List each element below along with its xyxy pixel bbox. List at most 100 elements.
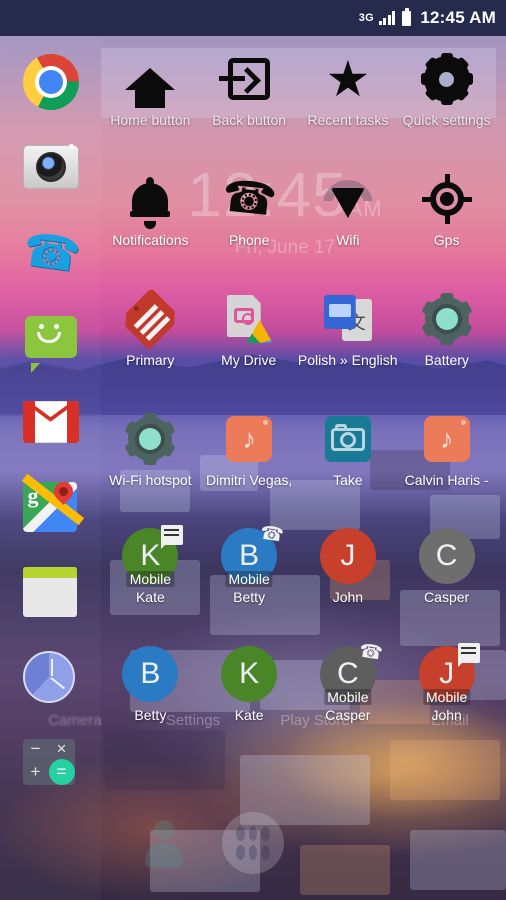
- contact-john[interactable]: J John: [299, 525, 398, 622]
- contact-kate-2[interactable]: K Kate: [200, 643, 299, 740]
- shortcut-phone[interactable]: ☎ Phone: [200, 168, 299, 265]
- status-bar-clock: 12:45 AM: [420, 8, 496, 27]
- gmail-icon: [22, 394, 79, 450]
- sidebar-item-messaging[interactable]: [19, 305, 83, 369]
- shortcut-quick-settings[interactable]: Quick settings: [397, 48, 496, 145]
- android-home-screen: 12:45AM Fri, June 17 Camera Settings Pla…: [0, 0, 506, 900]
- contact-kate[interactable]: K Mobile Kate: [101, 525, 200, 622]
- shortcut-label: Gps: [433, 232, 460, 248]
- shortcut-row-media: Wi-Fi hotspot Dimitri Vegas, Take Calvin…: [101, 408, 496, 505]
- shortcut-row-nav: Home button Back button ★ Recent tasks Q…: [101, 48, 496, 145]
- message-badge-icon: [457, 643, 480, 667]
- music-note-icon: [423, 416, 470, 462]
- chrome-icon: [22, 54, 79, 110]
- contact-john-2[interactable]: J Mobile John: [397, 643, 496, 740]
- battery-icon: [402, 7, 412, 26]
- shortcut-label: Phone: [228, 232, 270, 248]
- contact-label: Betty: [233, 589, 266, 605]
- calc-key-times: ×: [56, 739, 67, 758]
- shortcut-home-button[interactable]: Home button: [101, 48, 200, 145]
- calendar-icon: [22, 564, 79, 620]
- shortcut-label: Primary: [126, 352, 175, 368]
- call-badge-icon: ☎: [357, 640, 384, 665]
- shortcut-recent-tasks[interactable]: ★ Recent tasks: [299, 48, 398, 145]
- contact-label: Kate: [234, 707, 264, 723]
- home-icon: [125, 68, 176, 108]
- contact-casper-2[interactable]: C ☎ Mobile Casper: [299, 640, 398, 740]
- avatar: J: [319, 528, 376, 584]
- contact-label: Casper: [325, 707, 371, 723]
- contact-betty-2[interactable]: B Betty: [101, 643, 200, 740]
- shortcut-wifi-hotspot[interactable]: Wi-Fi hotspot: [101, 408, 200, 505]
- shortcut-label: Home button: [110, 112, 191, 128]
- contact-casper[interactable]: C Casper: [397, 525, 496, 622]
- contact-sub-label: Mobile: [126, 571, 174, 587]
- sidebar-item-clock[interactable]: [19, 645, 83, 709]
- sidebar-item-phone[interactable]: ☎: [19, 220, 83, 284]
- shortcut-label: Dimitri Vegas,: [205, 472, 293, 488]
- contact-sub-label: Mobile: [324, 689, 372, 705]
- avatar: K: [221, 646, 278, 702]
- contact-label: Casper: [424, 589, 470, 605]
- avatar: B ☎ Mobile: [221, 523, 285, 587]
- camera-icon: [22, 139, 79, 195]
- shortcut-wifi[interactable]: Wifi: [299, 168, 398, 265]
- shortcut-label: Polish » English: [297, 352, 398, 368]
- avatar-initial: C: [418, 528, 475, 584]
- bell-icon: [130, 177, 171, 229]
- contact-label: Betty: [134, 707, 167, 723]
- sidebar-item-chrome[interactable]: [19, 50, 83, 114]
- avatar-initial: J: [319, 528, 376, 584]
- settings-gear-icon: [124, 413, 177, 465]
- network-type-label: 3G: [358, 12, 374, 24]
- drive-photo-icon: [225, 295, 273, 343]
- app-sidebar: ☎ g − × + =: [0, 36, 101, 900]
- shortcut-row-contacts-1: K Mobile Kate B ☎ Mobile Betty J John C: [101, 523, 496, 622]
- back-arrow-box-icon: [219, 58, 271, 100]
- shortcut-translate[interactable]: Polish » English: [298, 288, 398, 385]
- clock-icon: [22, 649, 79, 705]
- shortcut-label: Wifi: [336, 232, 360, 248]
- phone-handset-icon: ☎: [219, 171, 279, 226]
- contact-betty[interactable]: B ☎ Mobile Betty: [200, 523, 299, 622]
- shortcut-primary[interactable]: Primary: [101, 288, 199, 385]
- contact-label: John: [332, 589, 364, 605]
- shortcut-battery[interactable]: Battery: [398, 288, 496, 385]
- shortcut-my-drive[interactable]: My Drive: [199, 288, 297, 385]
- camera-shortcut-icon: [324, 416, 371, 462]
- star-icon: ★: [325, 51, 371, 107]
- message-badge-icon: [161, 525, 184, 549]
- sidebar-item-calculator[interactable]: − × + =: [19, 730, 83, 794]
- shortcut-track-dimitri-vegas[interactable]: Dimitri Vegas,: [200, 408, 299, 505]
- shortcut-label: Calvin Haris -: [404, 472, 489, 488]
- shortcut-row-contacts-2: B Betty K Kate C ☎ Mobile Casper J Mobil…: [101, 640, 496, 740]
- shortcut-back-button[interactable]: Back button: [200, 48, 299, 145]
- shortcut-notifications[interactable]: Notifications: [101, 168, 200, 265]
- shortcut-label: Notifications: [112, 232, 189, 248]
- signal-bars-icon: [378, 11, 396, 25]
- avatar: J Mobile: [418, 643, 480, 705]
- shortcut-gps[interactable]: Gps: [397, 168, 496, 265]
- shortcut-label: Back button: [212, 112, 287, 128]
- gmail-label-tag-icon: [125, 296, 175, 342]
- sidebar-item-camera[interactable]: [19, 135, 83, 199]
- shortcut-row-toggles: Notifications ☎ Phone Wifi Gps: [101, 168, 496, 265]
- phone-icon: ☎: [19, 222, 84, 282]
- avatar: B: [122, 646, 179, 702]
- shortcut-label: Take: [333, 472, 363, 488]
- contact-sub-label: Mobile: [423, 689, 471, 705]
- contact-label: John: [431, 707, 462, 723]
- gear-icon: [420, 53, 473, 105]
- avatar-initial: B: [122, 646, 179, 702]
- shortcut-label: Wi-Fi hotspot: [109, 472, 192, 488]
- sidebar-item-calendar[interactable]: [19, 560, 83, 624]
- shortcut-label: Quick settings: [402, 112, 491, 128]
- shortcut-take-photo[interactable]: Take: [299, 408, 398, 505]
- shortcut-label: My Drive: [221, 352, 277, 368]
- calc-key-minus: −: [30, 739, 41, 758]
- sidebar-item-gmail[interactable]: [19, 390, 83, 454]
- status-bar[interactable]: 3G 12:45 AM: [0, 0, 506, 36]
- shortcut-track-calvin-haris[interactable]: Calvin Haris -: [397, 408, 496, 505]
- shortcut-label: Battery: [424, 352, 469, 368]
- sidebar-item-maps[interactable]: g: [19, 473, 84, 539]
